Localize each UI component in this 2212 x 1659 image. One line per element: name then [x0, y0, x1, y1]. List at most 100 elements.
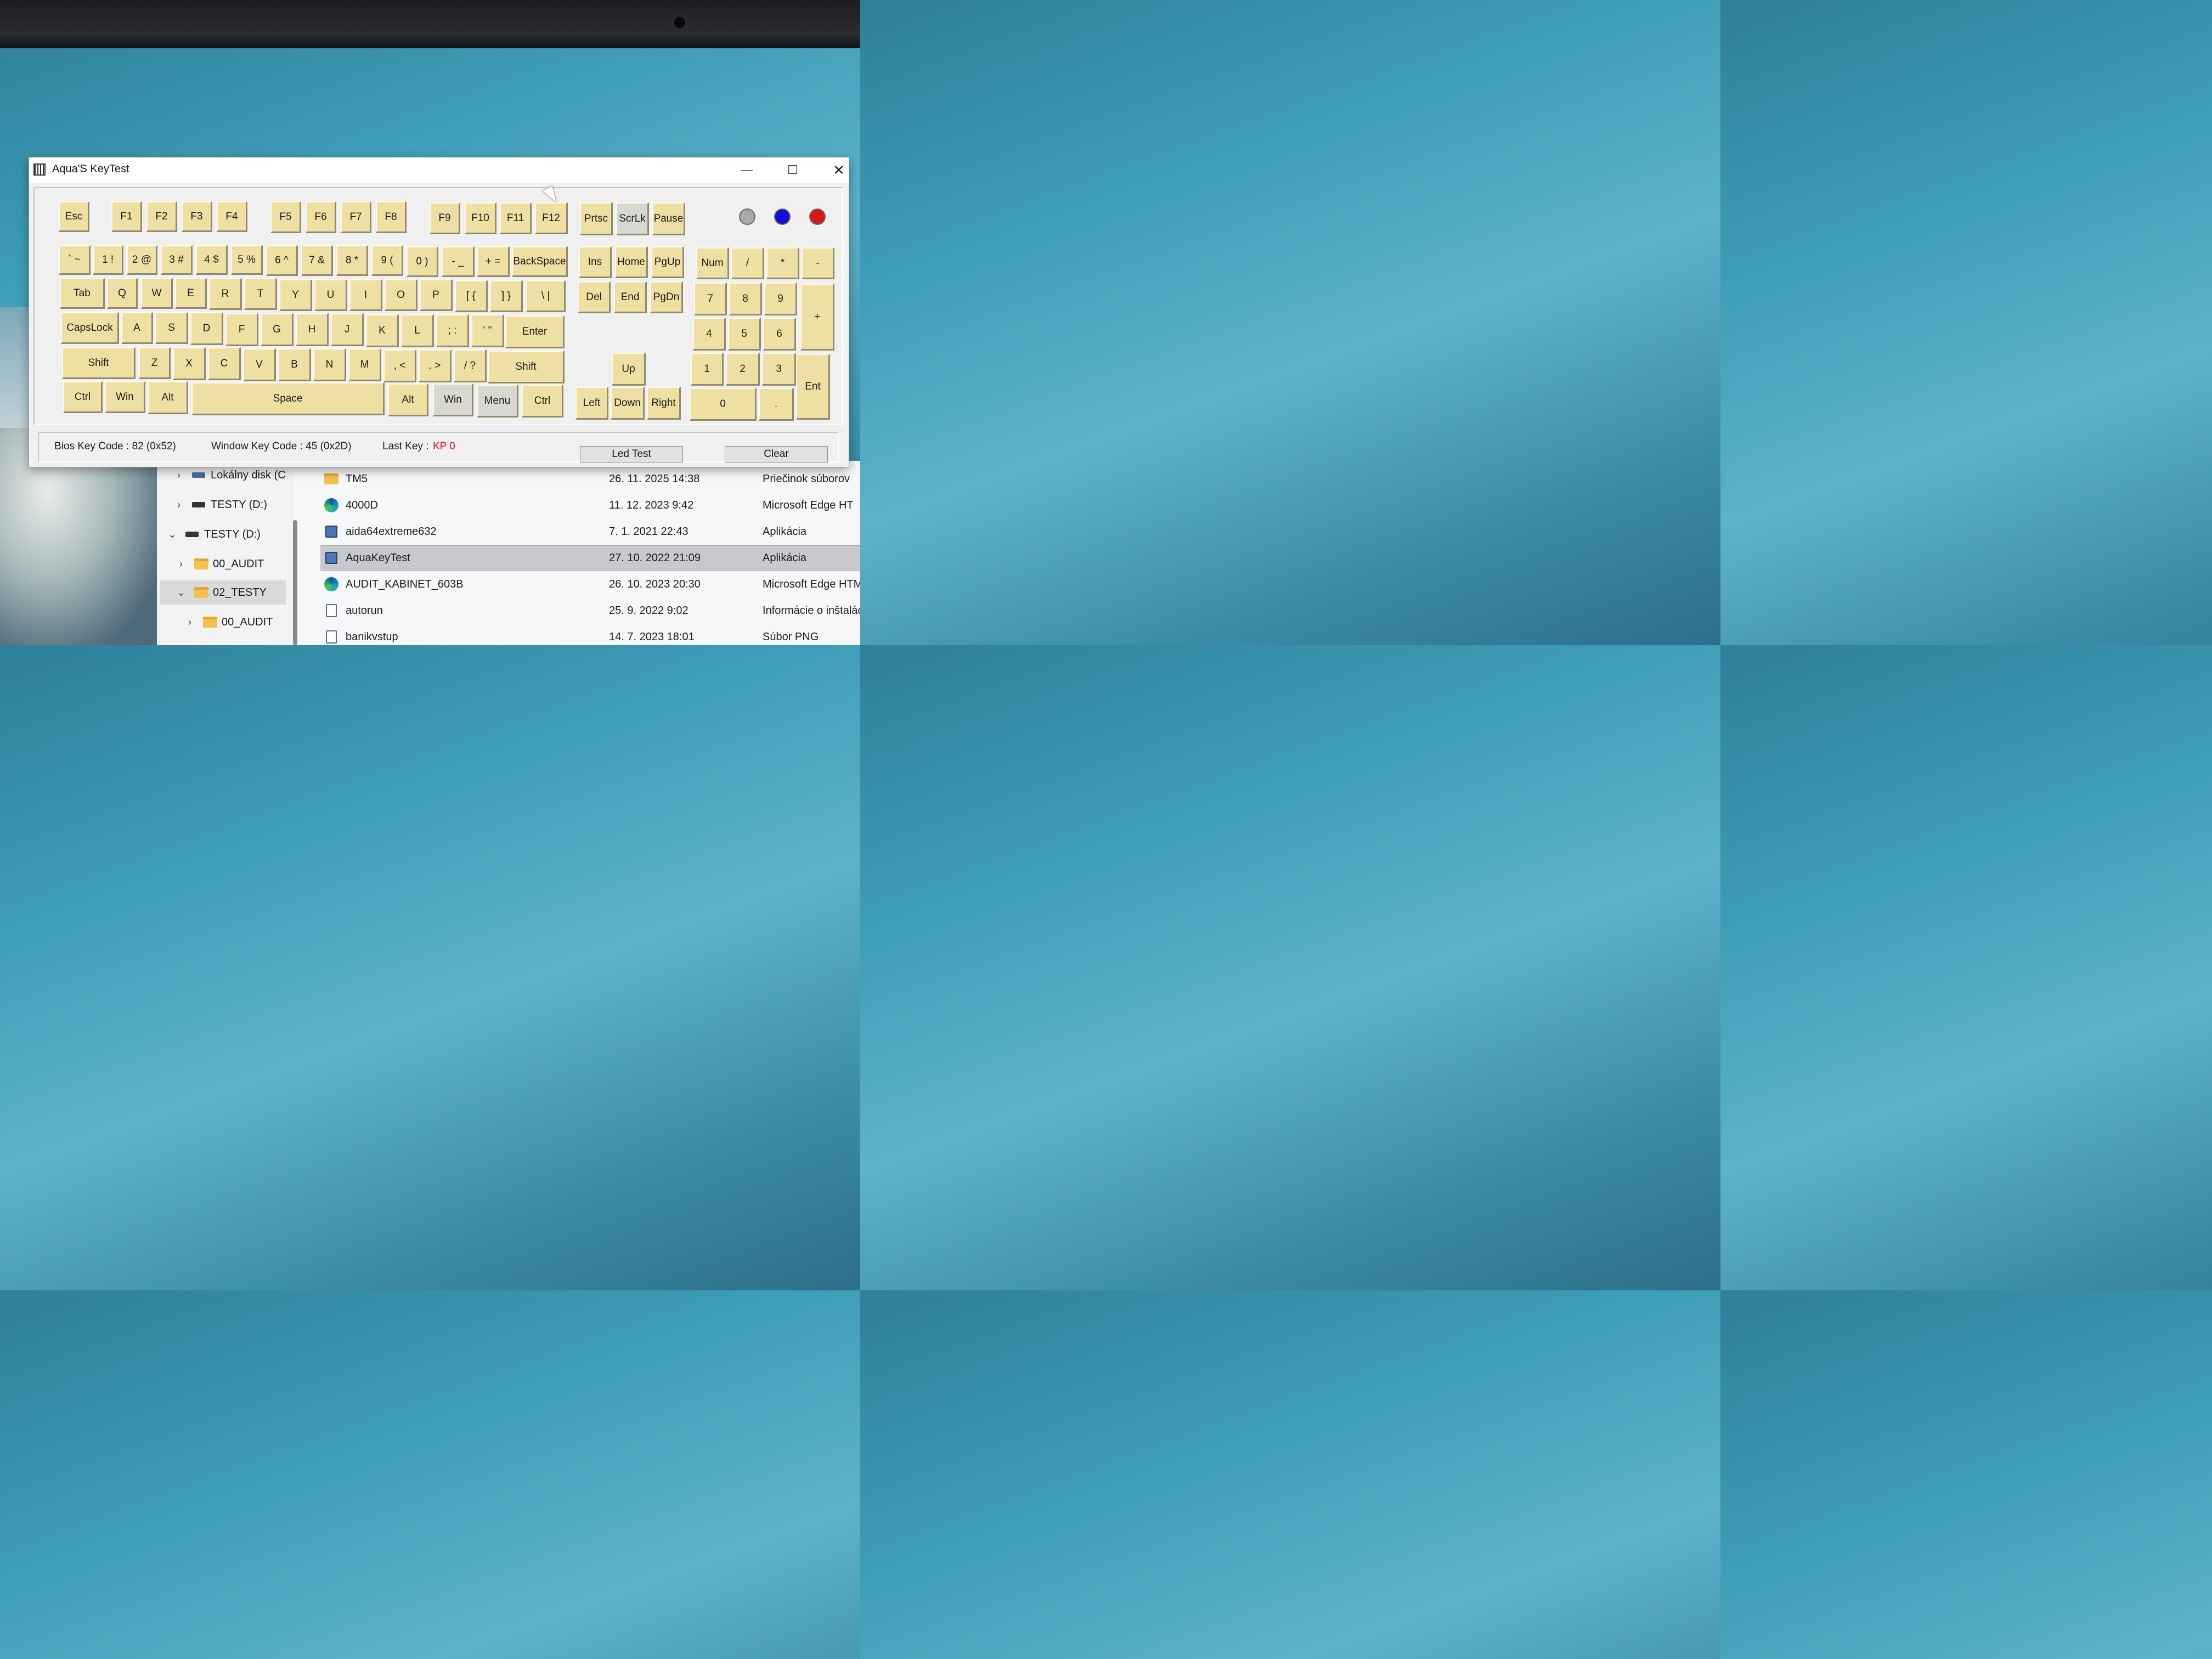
key-numpad-5[interactable]: 5 [728, 318, 761, 351]
key-f10[interactable]: F10 [465, 202, 496, 234]
key-ins[interactable]: Ins [579, 246, 612, 278]
key-slash[interactable]: / ? [454, 349, 487, 382]
title-bar[interactable]: Aqua'S KeyTest — ☐ ✕ [29, 157, 849, 183]
key-z[interactable]: Z [139, 347, 171, 379]
key-period[interactable]: . > [419, 349, 452, 382]
key-7[interactable]: 7 & [301, 245, 333, 276]
key-tilde[interactable]: ` ~ [59, 245, 91, 275]
key-end[interactable]: End [614, 281, 647, 313]
key-right-alt[interactable]: Alt [388, 383, 428, 416]
key-quote[interactable]: ' " [471, 314, 504, 347]
key-1[interactable]: 1 ! [93, 245, 123, 275]
key-numpad-plus[interactable]: + [800, 284, 834, 351]
key-s[interactable]: S [155, 312, 188, 344]
key-m[interactable]: M [348, 348, 381, 381]
key-9[interactable]: 9 ( [371, 245, 403, 276]
key-b[interactable]: B [278, 348, 311, 381]
key-numpad-3[interactable]: 3 [762, 353, 796, 386]
key-numpad-9[interactable]: 9 [764, 283, 797, 315]
nav-item-02-testy[interactable]: ⌄ 02_TESTY [160, 580, 286, 605]
minimize-button[interactable]: — [724, 157, 770, 183]
key-f6[interactable]: F6 [306, 201, 336, 233]
key-up-arrow[interactable]: Up [612, 353, 646, 386]
key-pgdn[interactable]: PgDn [650, 281, 683, 313]
key-pgup[interactable]: PgUp [651, 246, 684, 278]
key-backspace[interactable]: BackSpace [512, 246, 568, 277]
key-tab[interactable]: Tab [60, 278, 105, 309]
key-left-arrow[interactable]: Left [575, 387, 608, 420]
key-del[interactable]: Del [578, 281, 611, 313]
key-q[interactable]: Q [107, 278, 138, 309]
key-y[interactable]: Y [279, 279, 312, 311]
chevron-down-icon[interactable]: ⌄ [167, 529, 178, 540]
key-5[interactable]: 5 % [231, 245, 263, 275]
chevron-down-icon[interactable]: ⌄ [176, 587, 187, 599]
key-f7[interactable]: F7 [341, 201, 371, 233]
key-f3[interactable]: F3 [182, 201, 212, 232]
key-numpad-enter[interactable]: Ent [796, 354, 830, 420]
key-g[interactable]: G [261, 313, 294, 346]
key-right-bracket[interactable]: ] } [490, 280, 523, 312]
key-f4[interactable]: F4 [217, 201, 247, 232]
key-f9[interactable]: F9 [430, 202, 460, 234]
key-6[interactable]: 6 ^ [266, 245, 298, 276]
key-2[interactable]: 2 @ [127, 245, 157, 275]
key-numpad-7[interactable]: 7 [694, 283, 727, 315]
key-l[interactable]: L [401, 314, 434, 347]
nav-item-00-audit-sub[interactable]: › 00_AUDIT [184, 610, 294, 634]
key-esc[interactable]: Esc [59, 201, 89, 232]
key-x[interactable]: X [173, 347, 206, 380]
key-f11[interactable]: F11 [500, 202, 532, 234]
chevron-right-icon[interactable]: › [173, 470, 184, 481]
key-4[interactable]: 4 $ [196, 245, 228, 275]
file-row-autorun[interactable]: autorun 25. 9. 2022 9:02 Informácie o inšt… [320, 598, 860, 623]
key-right-arrow[interactable]: Right [647, 387, 681, 420]
key-f12[interactable]: F12 [535, 202, 568, 234]
key-i[interactable]: I [349, 279, 382, 311]
file-row-aquakeytest[interactable]: AquaKeyTest 27. 10. 2022 21:09 Aplikácia [320, 545, 860, 571]
key-right-ctrl[interactable]: Ctrl [522, 385, 563, 417]
key-c[interactable]: C [208, 347, 241, 380]
key-left-bracket[interactable]: [ { [455, 280, 488, 312]
key-n[interactable]: N [313, 348, 346, 381]
key-comma[interactable]: , < [383, 349, 416, 382]
key-numpad-1[interactable]: 1 [691, 353, 724, 386]
key-numpad-8[interactable]: 8 [729, 283, 762, 315]
chevron-right-icon[interactable]: › [176, 558, 187, 570]
key-right-shift[interactable]: Shift [488, 351, 565, 383]
key-pause[interactable]: Pause [652, 202, 685, 235]
file-row-aida64[interactable]: aida64extreme632 7. 1. 2021 22:43 Aplikáci… [320, 519, 860, 544]
key-numlock[interactable]: Num [696, 247, 729, 279]
key-down-arrow[interactable]: Down [611, 387, 645, 420]
key-r[interactable]: R [209, 278, 242, 310]
key-left-shift[interactable]: Shift [62, 347, 136, 379]
key-enter[interactable]: Enter [505, 315, 565, 348]
key-d[interactable]: D [190, 312, 223, 345]
file-row-banikvstup[interactable]: banikvstup 14. 7. 2023 18:01 Súbor PNG [320, 624, 860, 650]
maximize-button[interactable]: ☐ [770, 157, 816, 183]
key-numpad-minus[interactable]: - [802, 247, 834, 279]
file-row-4000d[interactable]: 4000D 11. 12. 2023 9:42 Microsoft Edge HT [320, 493, 860, 518]
key-space[interactable]: Space [191, 382, 385, 415]
key-left-ctrl[interactable]: Ctrl [63, 381, 103, 413]
key-home[interactable]: Home [615, 246, 648, 278]
key-h[interactable]: H [296, 313, 329, 346]
key-semicolon[interactable]: ; : [436, 314, 469, 347]
nav-item-00-audit[interactable]: › 00_AUDIT [176, 552, 294, 576]
key-equal[interactable]: + = [477, 246, 510, 277]
key-backslash[interactable]: \ | [526, 280, 566, 312]
key-f[interactable]: F [225, 313, 258, 346]
key-k[interactable]: K [366, 314, 399, 347]
key-numpad-dot[interactable]: . [759, 388, 794, 421]
key-0[interactable]: 0 ) [407, 246, 438, 277]
key-t[interactable]: T [244, 278, 277, 310]
nav-item-testy-d[interactable]: › TESTY (D:) [173, 493, 294, 517]
key-numpad-multiply[interactable]: * [766, 247, 799, 279]
key-u[interactable]: U [314, 279, 347, 311]
key-menu[interactable]: Menu [477, 385, 518, 417]
key-capslock[interactable]: CapsLock [61, 312, 119, 344]
key-3[interactable]: 3 # [161, 245, 193, 275]
key-j[interactable]: J [331, 313, 364, 346]
clear-button[interactable]: Clear [725, 446, 828, 462]
key-numpad-4[interactable]: 4 [693, 318, 726, 351]
